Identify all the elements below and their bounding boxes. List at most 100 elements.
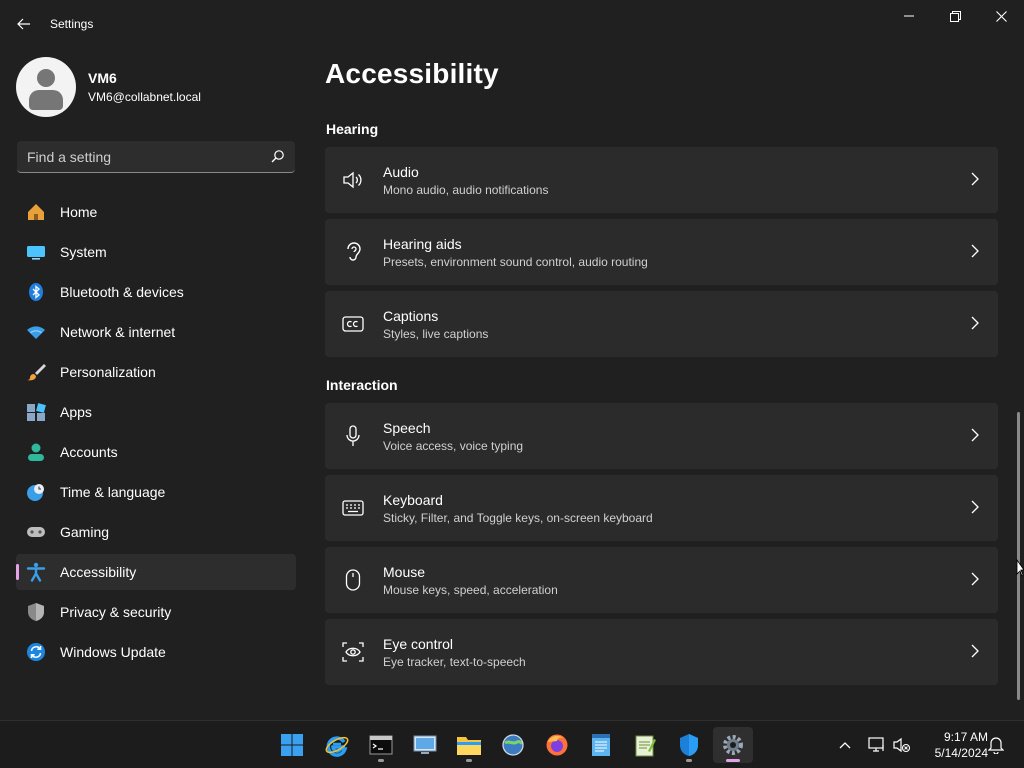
chevron-right-icon [971,316,979,330]
back-button[interactable] [8,10,40,38]
search-icon[interactable] [271,149,285,163]
shield-icon [26,602,46,622]
taskbar-app-defender[interactable] [669,727,709,763]
sidebar-item-gaming[interactable]: Gaming [16,514,296,550]
audio-card[interactable]: Audio Mono audio, audio notifications [325,147,998,213]
captions-card[interactable]: Captions Styles, live captions [325,291,998,357]
taskbar-app-notepad[interactable] [581,727,621,763]
restore-button[interactable] [932,0,978,32]
user-profile[interactable]: VM6 VM6@collabnet.local [16,57,201,117]
profile-name: VM6 [88,70,117,86]
search-box [17,141,295,173]
sidebar-item-label: Accessibility [60,564,137,580]
card-subtitle: Sticky, Filter, and Toggle keys, on-scre… [383,510,653,525]
microphone-icon [342,425,364,447]
section-heading-interaction: Interaction [326,377,398,393]
chevron-right-icon [971,500,979,514]
taskbar-app-internet-explorer[interactable] [317,727,357,763]
sidebar-item-time-language[interactable]: Time & language [16,474,296,510]
sidebar-item-label: Time & language [60,484,166,500]
minimize-icon [904,15,914,17]
notepad-plus-icon [635,735,656,757]
network-monitor-icon [868,737,884,752]
sidebar-item-system[interactable]: System [16,234,296,270]
sidebar-nav: Home System Bluetooth & devices Network … [16,194,296,674]
defender-icon [680,734,698,756]
avatar [16,57,76,117]
show-hidden-icons-button[interactable] [833,733,857,757]
sidebar-item-label: Accounts [60,444,118,460]
sidebar-item-apps[interactable]: Apps [16,394,296,430]
eye-control-icon [342,641,364,663]
start-button[interactable] [272,727,312,763]
chevron-right-icon [971,172,979,186]
minimize-button[interactable] [886,0,932,32]
taskbar-app-notepad-plus[interactable] [625,727,665,763]
remote-desktop-icon [413,735,437,754]
card-title: Captions [383,307,439,324]
start-icon [281,734,303,756]
speech-card[interactable]: Speech Voice access, voice typing [325,403,998,469]
card-subtitle: Mono audio, audio notifications [383,182,549,197]
bell-icon [988,737,1004,754]
card-subtitle: Mouse keys, speed, acceleration [383,582,558,597]
card-title: Hearing aids [383,235,462,252]
accounts-icon [26,442,46,462]
chevron-right-icon [971,644,979,658]
sidebar-item-label: Windows Update [60,644,166,660]
scrollbar[interactable] [1017,412,1020,700]
chevron-right-icon [971,572,979,586]
mouse-card[interactable]: Mouse Mouse keys, speed, acceleration [325,547,998,613]
ear-icon [342,241,364,263]
closed-captions-icon [342,313,364,335]
sidebar-item-personalization[interactable]: Personalization [16,354,296,390]
sidebar-item-windows-update[interactable]: Windows Update [16,634,296,670]
card-title: Audio [383,163,419,180]
sidebar-item-label: Gaming [60,524,110,540]
section-heading-hearing: Hearing [326,121,379,137]
taskbar-clock[interactable]: 9:17 AM 5/14/2024 [918,729,988,761]
close-button[interactable] [978,0,1024,32]
profile-email: VM6@collabnet.local [88,90,201,104]
bluetooth-icon [26,282,46,302]
hearing-aids-card[interactable]: Hearing aids Presets, environment sound … [325,219,998,285]
close-icon [995,10,1007,22]
sidebar-item-label: Bluetooth & devices [60,284,184,300]
firefox-icon [546,734,568,756]
keyboard-card[interactable]: Keyboard Sticky, Filter, and Toggle keys… [325,475,998,541]
sidebar-item-label: Home [60,204,98,220]
network-icon [26,322,46,342]
volume-button[interactable] [890,733,914,757]
network-globe-icon [502,734,524,756]
taskbar-app-settings[interactable] [713,727,753,763]
taskbar-app-terminal[interactable] [361,727,401,763]
page-title: Accessibility [325,58,499,89]
app-title: Settings [50,17,94,31]
chevron-right-icon [971,428,979,442]
sidebar-item-accessibility[interactable]: Accessibility [16,554,296,590]
sidebar-item-accounts[interactable]: Accounts [16,434,296,470]
sidebar-item-privacy-security[interactable]: Privacy & security [16,594,296,630]
taskbar-app-file-explorer[interactable] [449,727,489,763]
apps-icon [26,402,46,422]
taskbar-app-network-globe[interactable] [493,727,533,763]
taskbar-app-remote-desktop[interactable] [405,727,445,763]
volume-muted-icon [893,737,911,753]
card-title: Speech [383,419,431,436]
sidebar-item-label: Apps [60,404,92,420]
mouse-icon [342,569,364,591]
network-status-button[interactable] [865,733,889,757]
sidebar-item-network[interactable]: Network & internet [16,314,296,350]
system-icon [26,242,46,262]
card-subtitle: Presets, environment sound control, audi… [383,254,648,269]
card-subtitle: Eye tracker, text-to-speech [383,654,526,669]
card-title: Keyboard [383,491,443,508]
search-input[interactable] [17,141,267,172]
notifications-button[interactable] [984,733,1008,757]
sidebar-item-label: Personalization [60,364,156,380]
sidebar-item-home[interactable]: Home [16,194,296,230]
eye-control-card[interactable]: Eye control Eye tracker, text-to-speech [325,619,998,685]
title-bar: Settings [0,0,1024,48]
sidebar-item-bluetooth[interactable]: Bluetooth & devices [16,274,296,310]
taskbar-app-firefox[interactable] [537,727,577,763]
